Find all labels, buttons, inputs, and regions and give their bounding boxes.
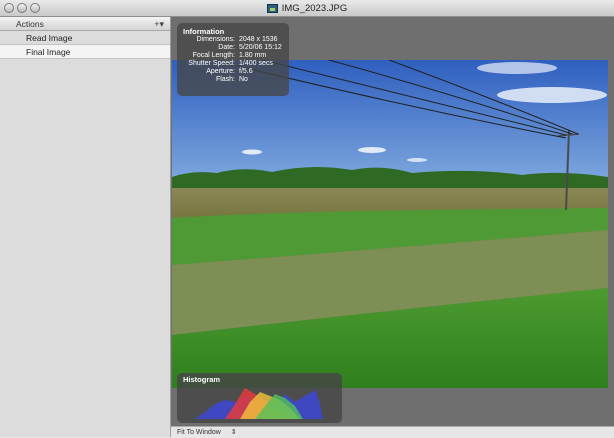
histogram-graph [195,388,323,419]
info-row-flash: Flash: No [177,76,289,84]
add-action-menu-button[interactable]: +▾ [154,17,164,31]
info-key: Aperture: [206,68,235,76]
window-title-text: IMG_2023.JPG [281,3,348,14]
actions-sidebar: Actions +▾ Read Image Final Image [0,17,171,437]
info-value: 1/400 secs [239,60,273,68]
info-key: Flash: [215,76,235,84]
landscape-photo [172,60,608,388]
histogram-panel: Histogram [177,373,342,423]
step-read-image[interactable]: Read Image [0,31,170,45]
info-key: Dimensions: [196,36,235,43]
info-key: Shutter Speed: [188,60,235,68]
information-title: Information [183,27,225,36]
info-row-aperture: Aperture: f/5.6 [177,68,289,76]
info-value: No [239,76,248,84]
info-key: Focal Length: [192,52,235,60]
info-value: 2048 x 1536 [239,36,278,43]
window-title: IMG_2023.JPG [0,0,614,17]
image-file-icon [266,4,278,13]
information-panel: Information Dimensions: 2048 x 1536 Date… [177,23,289,96]
info-value: 1.80 mm [239,52,267,60]
title-bar: IMG_2023.JPG [0,0,614,17]
image-viewer: Information Dimensions: 2048 x 1536 Date… [171,17,614,437]
info-row-dimensions: Dimensions: 2048 x 1536 [177,36,289,44]
step-final-image[interactable]: Final Image [0,45,170,59]
info-key: Date: [218,44,235,52]
photo-canvas[interactable] [172,60,608,388]
info-value: f/5.6 [239,68,253,76]
info-value: 5/20/06 15:12 [239,44,282,52]
bottom-bar: Fit To Window ⇕ [171,426,614,437]
info-row-shutter-speed: Shutter Speed: 1/400 secs [177,60,289,68]
zoom-popup-arrow-icon[interactable]: ⇕ [231,429,237,436]
zoom-popup-label[interactable]: Fit To Window [177,429,221,436]
actions-header-label: Actions [16,19,44,29]
info-row-date: Date: 5/20/06 15:12 [177,44,289,52]
info-row-focal-length: Focal Length: 1.80 mm [177,52,289,60]
actions-header: Actions +▾ [0,17,170,31]
